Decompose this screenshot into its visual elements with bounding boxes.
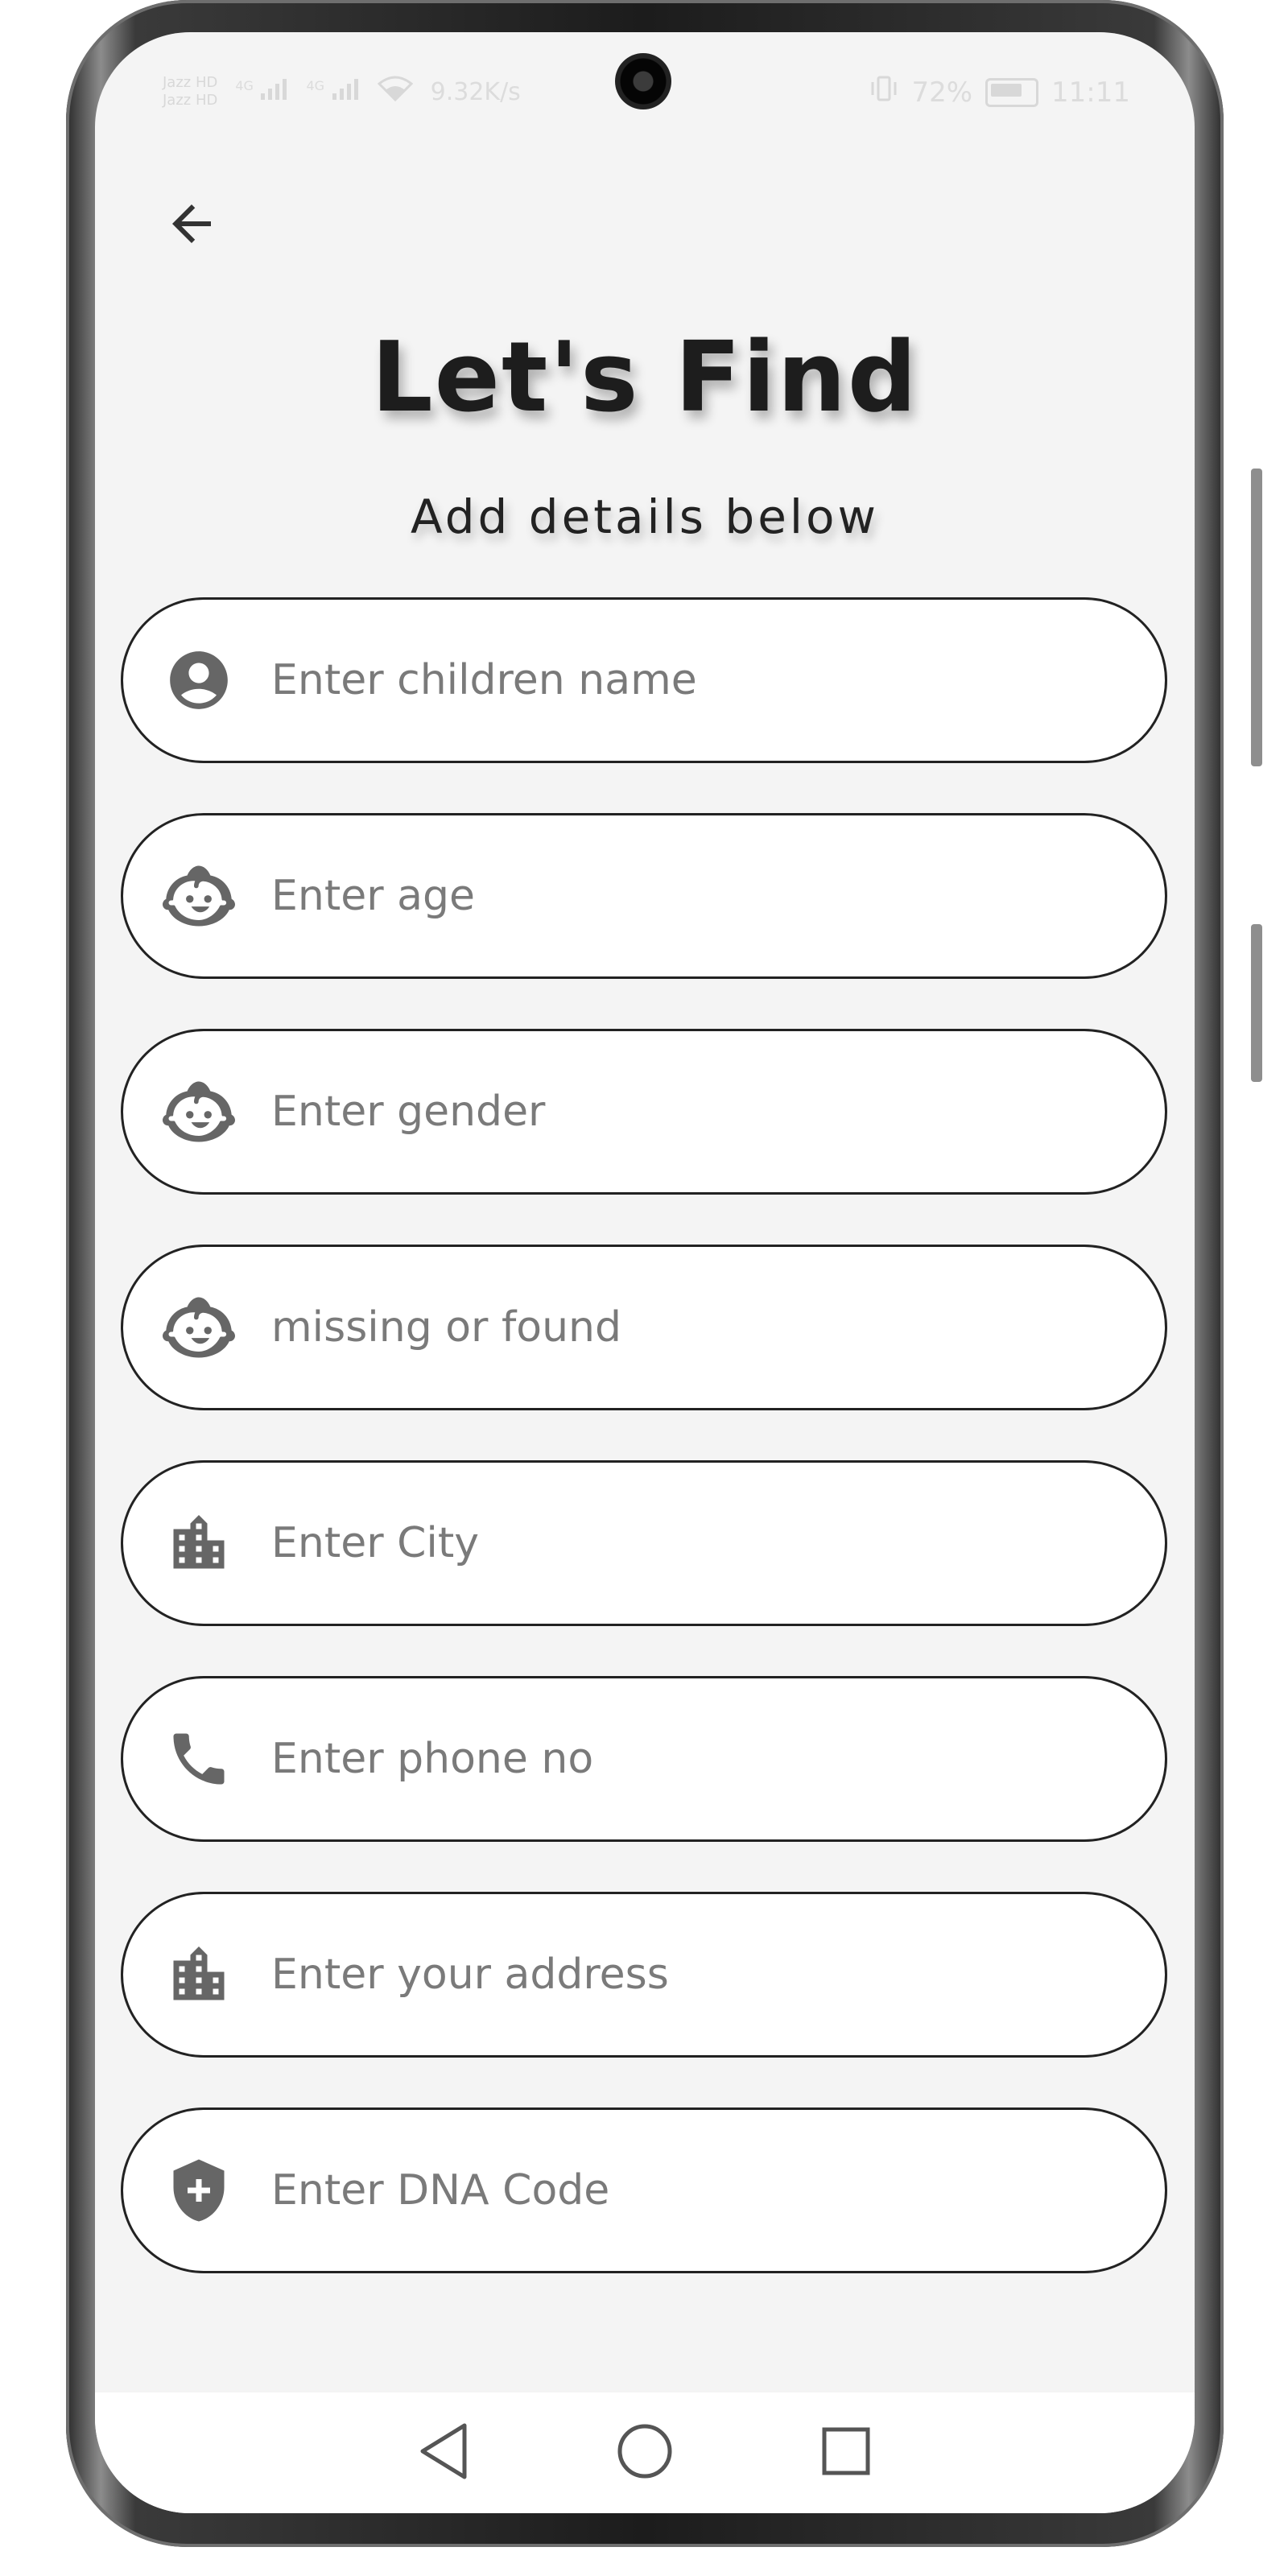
circle-home-icon	[617, 2423, 673, 2483]
status-bar: Jazz HD Jazz HD 4G 4G 9.32K/s 72% 11:11	[95, 32, 1195, 121]
city-field[interactable]	[121, 1460, 1167, 1626]
gender-input[interactable]	[270, 1087, 1078, 1137]
gender-field[interactable]	[121, 1029, 1167, 1195]
dna-code-field[interactable]	[121, 2107, 1167, 2273]
phone-input[interactable]	[270, 1734, 1078, 1784]
status-left: Jazz HD Jazz HD 4G 4G 9.32K/s	[163, 74, 521, 109]
children-name-field[interactable]	[121, 597, 1167, 763]
missing-or-found-input[interactable]	[270, 1302, 1078, 1352]
dna-code-input[interactable]	[270, 2165, 1078, 2215]
age-input[interactable]	[270, 871, 1078, 921]
vibrate-icon	[869, 74, 898, 110]
account-circle-icon	[162, 643, 236, 717]
city-input[interactable]	[270, 1518, 1078, 1568]
back-button[interactable]	[159, 193, 224, 258]
children-name-input[interactable]	[270, 655, 1078, 705]
signal-1-icon: 4G	[235, 78, 288, 106]
phone-field[interactable]	[121, 1676, 1167, 1842]
child-face-icon	[162, 859, 236, 933]
sim2-label: Jazz HD	[163, 92, 218, 109]
square-recents-icon	[821, 2426, 871, 2479]
system-nav-bar	[95, 2392, 1195, 2513]
power-button	[1251, 924, 1262, 1082]
sim1-label: Jazz HD	[163, 74, 218, 91]
status-field[interactable]	[121, 1245, 1167, 1410]
address-field[interactable]	[121, 1892, 1167, 2058]
sim-labels: Jazz HD Jazz HD	[163, 74, 217, 109]
nav-recents-button[interactable]	[814, 2421, 878, 2485]
page-title: Let's Find	[371, 322, 919, 434]
city-icon	[162, 1938, 236, 2012]
wifi-icon	[377, 76, 413, 108]
address-input[interactable]	[270, 1950, 1078, 2000]
age-field[interactable]	[121, 813, 1167, 979]
status-right: 72% 11:11	[869, 74, 1130, 110]
arrow-left-icon	[163, 195, 221, 256]
front-camera	[615, 53, 671, 109]
shield-plus-icon	[162, 2153, 236, 2227]
app-screen: Jazz HD Jazz HD 4G 4G 9.32K/s 72% 11:11 …	[95, 32, 1195, 2513]
clock: 11:11	[1051, 76, 1130, 109]
child-face-icon	[162, 1290, 236, 1364]
child-face-icon	[162, 1075, 236, 1149]
nav-back-button[interactable]	[411, 2421, 476, 2485]
battery-percent: 72%	[911, 76, 973, 109]
battery-icon	[985, 77, 1039, 107]
network-speed: 9.32K/s	[430, 77, 521, 106]
phone-icon	[162, 1722, 236, 1796]
signal-2-icon: 4G	[306, 78, 359, 106]
city-icon	[162, 1506, 236, 1580]
volume-button	[1251, 469, 1262, 766]
triangle-back-icon	[418, 2422, 469, 2483]
nav-home-button[interactable]	[613, 2421, 677, 2485]
page-subtitle: Add details below	[411, 489, 879, 544]
